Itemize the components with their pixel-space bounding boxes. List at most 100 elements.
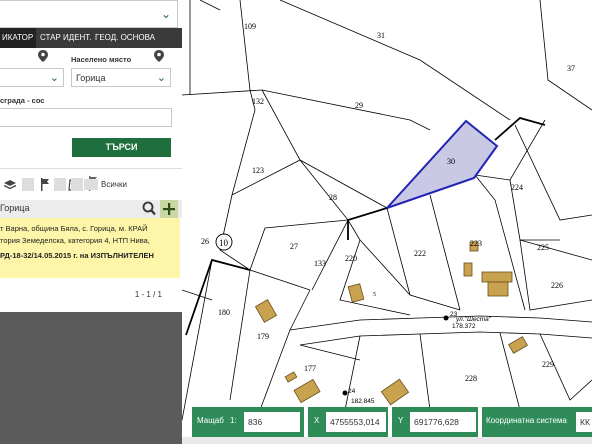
- settlement-select[interactable]: Горица ⌄: [71, 68, 171, 87]
- y-coordinate-value: 691776,628: [410, 412, 476, 432]
- scale-input[interactable]: 836: [244, 412, 300, 432]
- building: [463, 262, 473, 277]
- tab-identifier[interactable]: ИКАТОР: [0, 28, 36, 48]
- point-elevation: 182.845: [351, 398, 375, 405]
- parcel-boundary: [182, 289, 213, 301]
- search-button[interactable]: ТЪРСИ: [72, 138, 171, 157]
- scale-label: Мащаб: [197, 416, 224, 425]
- street-label: ул."Шеста": [455, 316, 492, 323]
- building: [487, 281, 509, 297]
- coordinate-system-label: Координатна система: [486, 416, 567, 425]
- search-sidebar: ⌄ ИКАТОР СТАР ИДЕНТ. ГЕОД. ОСНОВА Населе…: [0, 0, 182, 444]
- parcel-boundary: [231, 109, 388, 209]
- parcel-boundary: [429, 194, 461, 311]
- plus-icon: [163, 203, 175, 215]
- parcel-boundary: [239, 0, 256, 111]
- bottom-strip: [182, 437, 592, 444]
- checkbox-icon[interactable]: [22, 178, 34, 191]
- sheet-marker-label: 10: [219, 238, 229, 248]
- result-line: РД-18-32/14.05.2015 г. на ИЗПЪЛНИТЕЛЕН: [0, 251, 154, 260]
- y-coordinate-segment: Y 691776,628: [392, 407, 478, 437]
- survey-point-icon: [443, 315, 449, 321]
- parcel-label: 226: [551, 281, 563, 290]
- parcel-label: 123: [252, 166, 264, 175]
- coordinate-system-select[interactable]: КК: [576, 412, 592, 432]
- parcel-boundary: [539, 0, 592, 111]
- parcel-boundary: [279, 0, 511, 121]
- coordinate-system-segment: Координатна система КК: [482, 407, 592, 437]
- parcel-boundary: [347, 219, 411, 296]
- building: [508, 336, 528, 354]
- parcel-label: 223: [470, 239, 482, 248]
- parcel-label: 109: [244, 22, 256, 31]
- building: [481, 271, 513, 283]
- building-input[interactable]: [0, 108, 172, 127]
- municipality-select[interactable]: ⌄: [0, 68, 64, 87]
- chevron-down-icon: ⌄: [160, 7, 171, 21]
- sidebar-tabs: ИКАТОР СТАР ИДЕНТ. ГЕОД. ОСНОВА: [0, 28, 182, 48]
- parcel-boundary: [182, 259, 213, 421]
- result-line: тория Земеделска, категория 4, НТП Нива,: [0, 236, 150, 245]
- parcel-label: 27: [290, 242, 298, 251]
- flag-icon[interactable]: [40, 178, 50, 191]
- parcel-label: 179: [257, 332, 269, 341]
- parcel-label: 222: [414, 249, 426, 258]
- y-label: Y: [398, 416, 404, 425]
- parcel-label: 31: [377, 31, 385, 40]
- parcel-boundary: [199, 0, 221, 11]
- parcel-boundary: [299, 159, 349, 291]
- parcel-label: 224: [511, 183, 523, 192]
- parcel-boundary: [339, 239, 411, 316]
- search-query: Горица: [0, 203, 30, 213]
- tab-geodetic-base[interactable]: ГЕОД. ОСНОВА: [95, 28, 155, 48]
- layers-icon[interactable]: [4, 180, 16, 190]
- x-coordinate-value: 4755553,014: [326, 412, 386, 432]
- point-number: 24: [348, 388, 356, 395]
- building: [284, 371, 298, 383]
- settlement-label: Населено място: [71, 55, 132, 64]
- parcel-boundary: [182, 89, 431, 131]
- parcel-label: 133: [314, 259, 326, 268]
- x-label: X: [314, 416, 320, 425]
- building: [347, 283, 365, 303]
- result-search-row: Горица: [0, 200, 182, 218]
- parcel-boundary: [419, 333, 431, 411]
- settlement-value: Горица: [76, 73, 106, 83]
- search-icon[interactable]: [142, 201, 156, 216]
- parcel-label: 180: [218, 308, 230, 317]
- building: [293, 378, 321, 404]
- all-layers-label: Всички: [101, 180, 127, 189]
- scale-prefix: 1:: [230, 416, 237, 425]
- chevron-down-icon: ⌄: [49, 72, 59, 84]
- parcel-boundary: [386, 207, 461, 311]
- map-status-bar: Мащаб 1: 836 X 4755553,014 Y 691776,628 …: [192, 407, 592, 437]
- building: [254, 299, 278, 323]
- building-label: сграда - сос: [0, 96, 45, 105]
- top-select[interactable]: ⌄: [0, 0, 178, 28]
- survey-point-icon: [342, 390, 348, 396]
- parcel-boundary: [249, 219, 349, 271]
- cadastral-map[interactable]: 109 31 37 132 29 30 123 224 28 26 27 133…: [182, 0, 592, 444]
- property-boundary: [347, 207, 388, 240]
- search-result-card[interactable]: т Варна, община Бяла, с. Горица, м. КРАЙ…: [0, 218, 180, 278]
- add-button[interactable]: [160, 200, 178, 218]
- parcel-label: 177: [304, 364, 316, 373]
- parcel-label: 229: [542, 360, 554, 369]
- parcel-label: 26: [201, 237, 209, 246]
- location-pin-icon: [154, 50, 164, 62]
- tab-old-identifier[interactable]: СТАР ИДЕНТ.: [40, 28, 92, 48]
- parcel-label: 220: [345, 254, 357, 263]
- parcel-label: 228: [465, 374, 477, 383]
- scale-segment: Мащаб 1: 836: [192, 407, 304, 437]
- checkbox-icon[interactable]: [71, 178, 83, 191]
- divider: [0, 168, 182, 169]
- result-line: т Варна, община Бяла, с. Горица, м. КРАЙ: [0, 224, 148, 233]
- checkbox-icon[interactable]: [54, 178, 66, 191]
- parcel-boundary: [261, 89, 301, 161]
- x-coordinate-segment: X 4755553,014: [308, 407, 388, 437]
- parcel-boundary: [229, 269, 251, 401]
- parcel-label: 29: [355, 101, 363, 110]
- selected-parcel[interactable]: [386, 119, 499, 209]
- checkbox-icon[interactable]: [84, 179, 98, 190]
- pagination: 1 - 1 / 1: [134, 290, 162, 299]
